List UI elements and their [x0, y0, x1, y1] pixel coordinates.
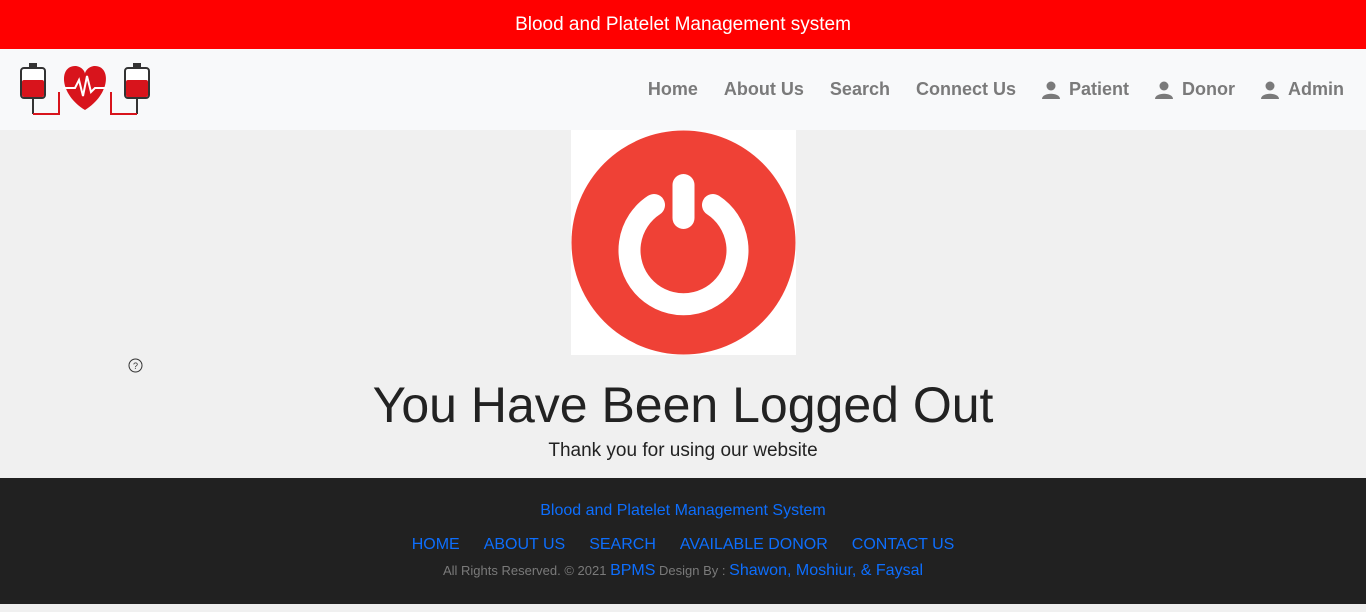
nav-connect-us[interactable]: Connect Us: [916, 79, 1016, 100]
main-nav: Home About Us Search Connect Us Patient …: [648, 79, 1344, 100]
site-title: Blood and Platelet Management system: [515, 13, 851, 35]
footer: Blood and Platelet Management System HOM…: [0, 478, 1366, 604]
power-image: [571, 130, 796, 355]
footer-link-search[interactable]: SEARCH: [589, 536, 656, 554]
logout-heading: You Have Been Logged Out: [372, 377, 994, 433]
design-by-text: Design By :: [659, 563, 726, 578]
nav-about-us[interactable]: About Us: [724, 79, 804, 100]
power-icon: [571, 130, 796, 355]
footer-link-available-donor[interactable]: AVAILABLE DONOR: [680, 536, 828, 554]
user-icon: [1261, 81, 1279, 99]
footer-link-contact-us[interactable]: CONTACT US: [852, 536, 955, 554]
copyright-text: All Rights Reserved. © 2021: [442, 563, 607, 578]
logout-subheading: Thank you for using our website: [548, 440, 818, 461]
brand-link[interactable]: BPMS: [610, 562, 655, 579]
top-banner: Blood and Platelet Management system: [0, 0, 1366, 49]
nav-home[interactable]: Home: [648, 79, 698, 100]
authors-link[interactable]: Shawon, Moshiur, & Faysal: [729, 562, 923, 579]
footer-link-about-us[interactable]: ABOUT US: [484, 536, 566, 554]
main-content: ? You Have Been Logged Out Thank you for…: [0, 130, 1366, 478]
footer-copyright: All Rights Reserved. © 2021 BPMS Design …: [0, 562, 1366, 580]
nav-patient[interactable]: Patient: [1041, 79, 1129, 100]
navbar: Home About Us Search Connect Us Patient …: [0, 49, 1366, 130]
help-icon[interactable]: ?: [128, 358, 143, 373]
svg-text:?: ?: [133, 361, 138, 371]
user-icon: [1041, 81, 1060, 99]
user-icon: [1155, 81, 1173, 99]
footer-title: Blood and Platelet Management System: [540, 502, 826, 519]
blood-bag-heartbeat-logo[interactable]: [19, 62, 151, 118]
nav-search[interactable]: Search: [830, 79, 890, 100]
nav-admin[interactable]: Admin: [1261, 79, 1344, 100]
bottom-strip: [0, 604, 1366, 612]
nav-donor[interactable]: Donor: [1155, 79, 1235, 100]
footer-links: HOME ABOUT US SEARCH AVAILABLE DONOR CON…: [0, 536, 1366, 554]
footer-link-home[interactable]: HOME: [412, 536, 460, 554]
